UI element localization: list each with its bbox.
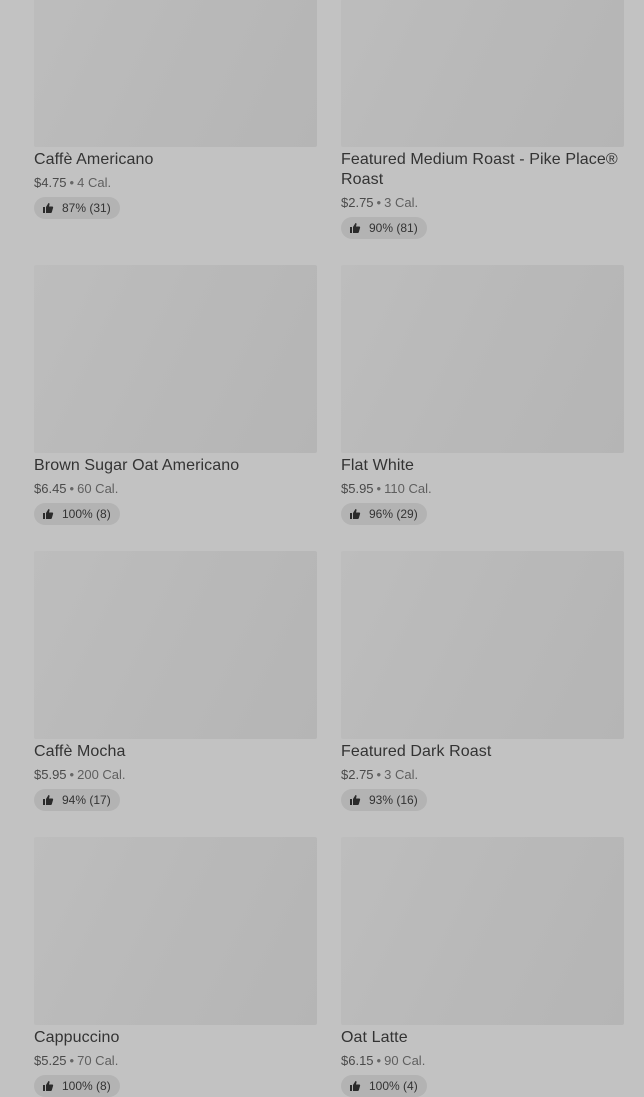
product-name[interactable]: Featured Medium Roast - Pike Place® Roas… xyxy=(341,150,624,190)
separator-dot: • xyxy=(69,767,75,782)
separator-dot: • xyxy=(69,175,75,190)
product-meta: $5.95 • 110 Cal. xyxy=(341,481,432,497)
product-meta: $5.25 • 70 Cal. xyxy=(34,1053,118,1069)
product-price: $2.75 xyxy=(341,767,374,782)
thumbs-up-icon xyxy=(350,795,361,805)
product-meta: $4.75 • 4 Cal. xyxy=(34,175,111,191)
rating-text: 94% (17) xyxy=(62,793,111,807)
product-calories: 3 Cal. xyxy=(384,767,419,782)
rating-text: 87% (31) xyxy=(62,201,111,215)
rating-text: 93% (16) xyxy=(369,793,418,807)
separator-dot: • xyxy=(376,195,382,210)
separator-dot: • xyxy=(376,1053,382,1068)
thumbs-up-icon xyxy=(350,223,361,233)
product-name[interactable]: Caffè Americano xyxy=(34,150,317,170)
product-calories: 60 Cal. xyxy=(77,481,119,496)
product-name[interactable]: Featured Dark Roast xyxy=(341,742,624,762)
product-card[interactable]: Brown Sugar Oat Americano $6.45 • 60 Cal. … xyxy=(34,265,317,530)
thumbs-up-icon xyxy=(43,795,54,805)
product-image[interactable] xyxy=(341,837,624,1025)
product-calories: 200 Cal. xyxy=(77,767,126,782)
rating-text: 100% (8) xyxy=(62,507,111,521)
rating-badge: 96% (29) xyxy=(341,503,427,525)
product-image[interactable] xyxy=(34,265,317,453)
separator-dot: • xyxy=(69,1053,75,1068)
product-calories: 110 Cal. xyxy=(384,481,432,496)
separator-dot: • xyxy=(69,481,75,496)
thumbs-up-icon xyxy=(43,509,54,519)
product-name[interactable]: Brown Sugar Oat Americano xyxy=(34,456,317,476)
product-meta: $6.45 • 60 Cal. xyxy=(34,481,118,497)
rating-badge: 87% (31) xyxy=(34,197,120,219)
product-name[interactable]: Caffè Mocha xyxy=(34,742,317,762)
product-card[interactable]: Cappuccino $5.25 • 70 Cal. 100% (8) xyxy=(34,837,317,1097)
product-image[interactable] xyxy=(34,837,317,1025)
product-price: $4.75 xyxy=(34,175,67,190)
product-meta: $2.75 • 3 Cal. xyxy=(341,767,418,783)
rating-text: 100% (8) xyxy=(62,1079,111,1093)
product-calories: 3 Cal. xyxy=(384,195,419,210)
thumbs-up-icon xyxy=(43,203,54,213)
product-name[interactable]: Oat Latte xyxy=(341,1028,624,1048)
rating-badge: 94% (17) xyxy=(34,789,120,811)
separator-dot: • xyxy=(376,767,382,782)
rating-badge: 90% (81) xyxy=(341,217,427,239)
product-name[interactable]: Flat White xyxy=(341,456,624,476)
product-image[interactable] xyxy=(341,551,624,739)
product-card[interactable]: Featured Dark Roast $2.75 • 3 Cal. 93% (16… xyxy=(341,551,624,816)
thumbs-up-icon xyxy=(43,1081,54,1091)
product-image[interactable] xyxy=(341,265,624,453)
separator-dot: • xyxy=(376,481,382,496)
product-card[interactable]: Caffè Mocha $5.95 • 200 Cal. 94% (17) xyxy=(34,551,317,816)
product-meta: $6.15 • 90 Cal. xyxy=(341,1053,425,1069)
product-meta: $5.95 • 200 Cal. xyxy=(34,767,126,783)
product-price: $5.25 xyxy=(34,1053,67,1068)
product-card[interactable]: Caffè Americano $4.75 • 4 Cal. 87% (31) xyxy=(34,0,317,249)
product-calories: 90 Cal. xyxy=(384,1053,426,1068)
product-price: $2.75 xyxy=(341,195,374,210)
product-image[interactable] xyxy=(34,0,317,147)
thumbs-up-icon xyxy=(350,1081,361,1091)
product-card[interactable]: Flat White $5.95 • 110 Cal. 96% (29) xyxy=(341,265,624,530)
product-calories: 70 Cal. xyxy=(77,1053,119,1068)
thumbs-up-icon xyxy=(350,509,361,519)
rating-badge: 100% (8) xyxy=(34,503,120,525)
product-price: $6.15 xyxy=(341,1053,374,1068)
product-calories: 4 Cal. xyxy=(77,175,112,190)
rating-text: 100% (4) xyxy=(369,1079,418,1093)
rating-badge: 93% (16) xyxy=(341,789,427,811)
product-name[interactable]: Cappuccino xyxy=(34,1028,317,1048)
product-image[interactable] xyxy=(341,0,624,147)
product-price: $6.45 xyxy=(34,481,67,496)
product-card[interactable]: Featured Medium Roast - Pike Place® Roas… xyxy=(341,0,624,259)
product-price: $5.95 xyxy=(341,481,374,496)
product-image[interactable] xyxy=(34,551,317,739)
product-meta: $2.75 • 3 Cal. xyxy=(341,195,418,211)
rating-text: 90% (81) xyxy=(369,221,418,235)
rating-text: 96% (29) xyxy=(369,507,418,521)
product-card[interactable]: Oat Latte $6.15 • 90 Cal. 100% (4) xyxy=(341,837,624,1097)
product-price: $5.95 xyxy=(34,767,67,782)
product-grid: Caffè Americano $4.75 • 4 Cal. 87% (31) Fe… xyxy=(0,0,644,1097)
